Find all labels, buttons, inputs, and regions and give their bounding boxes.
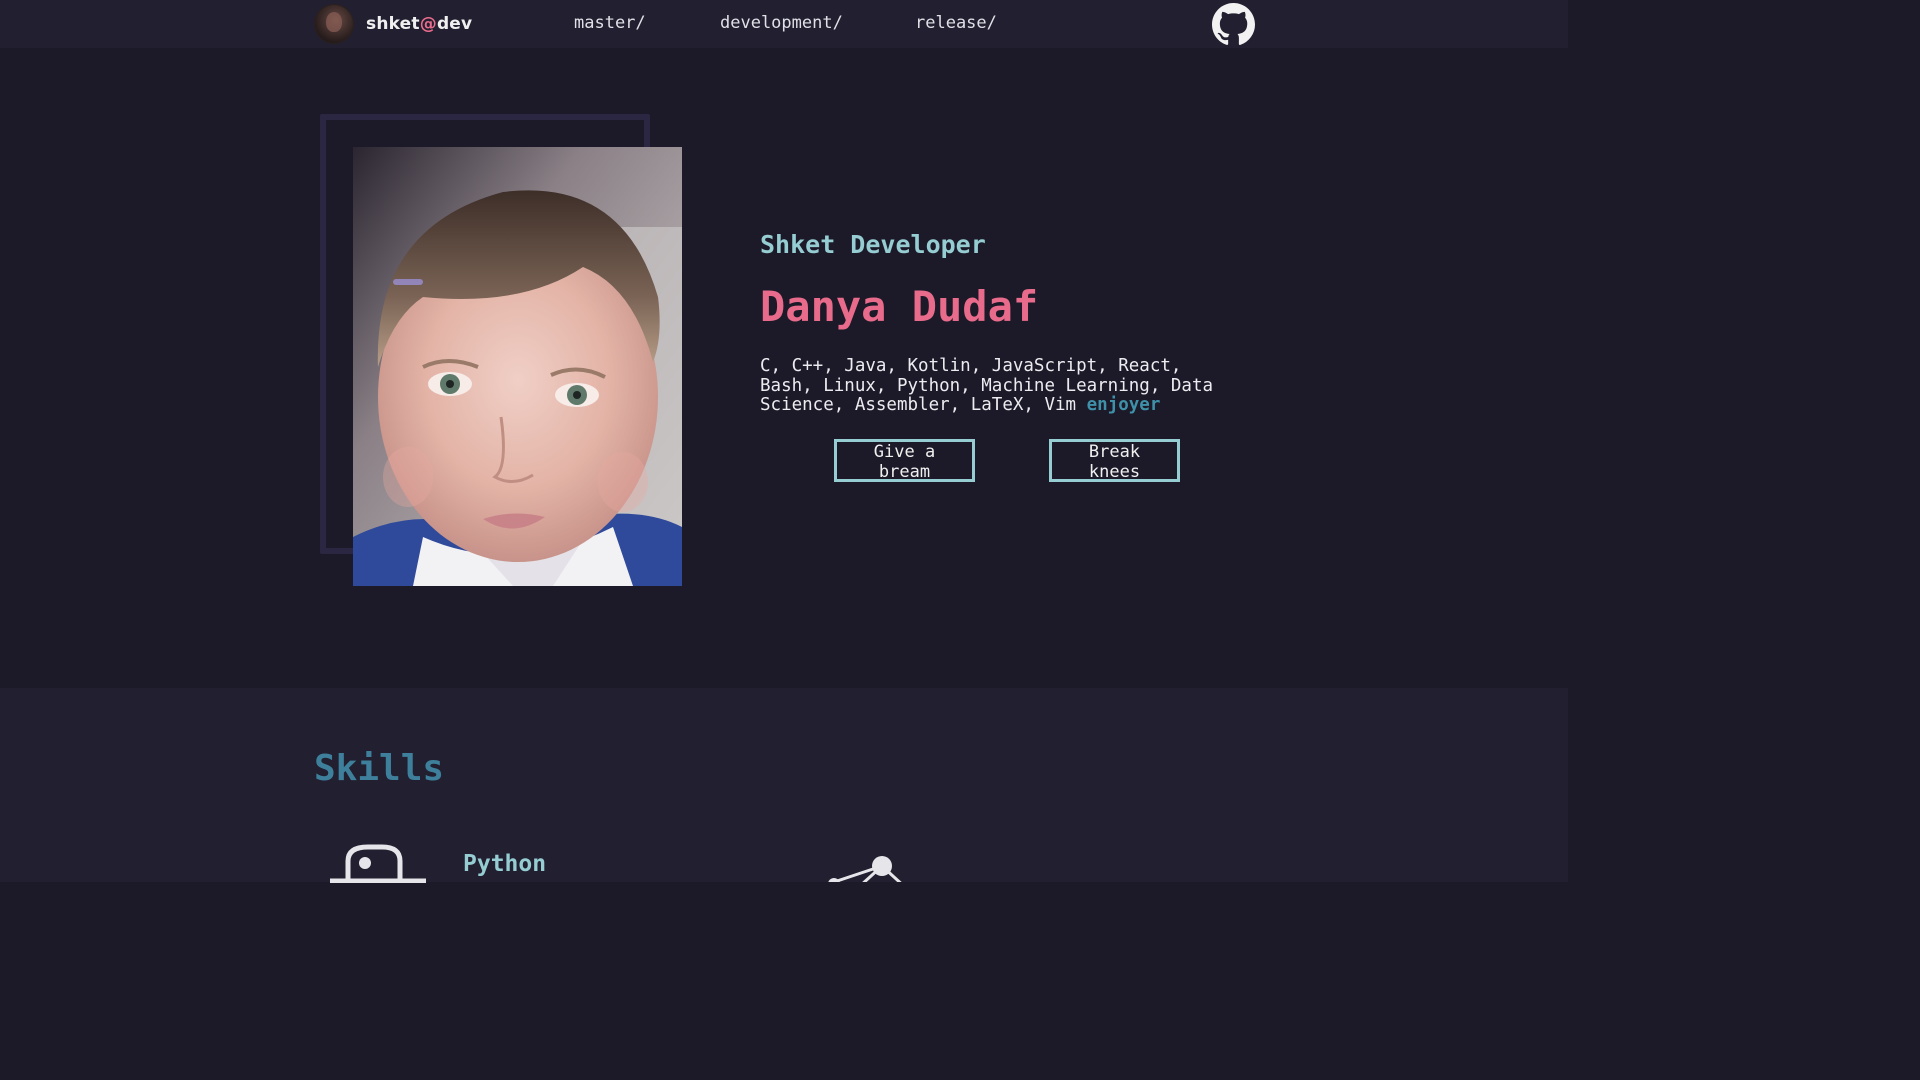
nav-link-master[interactable]: master/ bbox=[574, 13, 646, 33]
top-navbar: shket@dev master/ development/ release/ bbox=[0, 0, 1568, 48]
profile-photo bbox=[353, 147, 682, 586]
brand-prefix: shket bbox=[366, 14, 420, 34]
skills-section bbox=[0, 688, 1568, 882]
hero-subtitle: Shket Developer bbox=[760, 230, 986, 259]
tech-list: C, C++, Java, Kotlin, JavaScript, React,… bbox=[760, 356, 1230, 416]
python-icon bbox=[328, 843, 428, 883]
network-graph-icon bbox=[820, 852, 920, 882]
break-knees-button[interactable]: Break knees bbox=[1049, 439, 1180, 482]
skill-name-python: Python bbox=[463, 851, 547, 877]
brand-at-sign: @ bbox=[419, 14, 437, 34]
skills-title: Skills bbox=[314, 748, 445, 789]
give-a-bream-button[interactable]: Give a bream bbox=[834, 439, 975, 482]
github-icon[interactable] bbox=[1212, 3, 1255, 46]
brand-text: shket@dev bbox=[366, 14, 472, 34]
hero-name: Danya Dudaf bbox=[760, 282, 1039, 331]
tech-accent-word: enjoyer bbox=[1086, 395, 1161, 416]
github-icon-svg bbox=[1212, 3, 1255, 45]
nav-link-release[interactable]: release/ bbox=[915, 13, 997, 33]
profile-photo-drawing bbox=[353, 147, 682, 586]
brand-avatar bbox=[314, 4, 354, 44]
brand-suffix: dev bbox=[436, 14, 473, 34]
brand-link[interactable]: shket@dev bbox=[314, 4, 472, 44]
nav-link-development[interactable]: development/ bbox=[720, 13, 843, 33]
